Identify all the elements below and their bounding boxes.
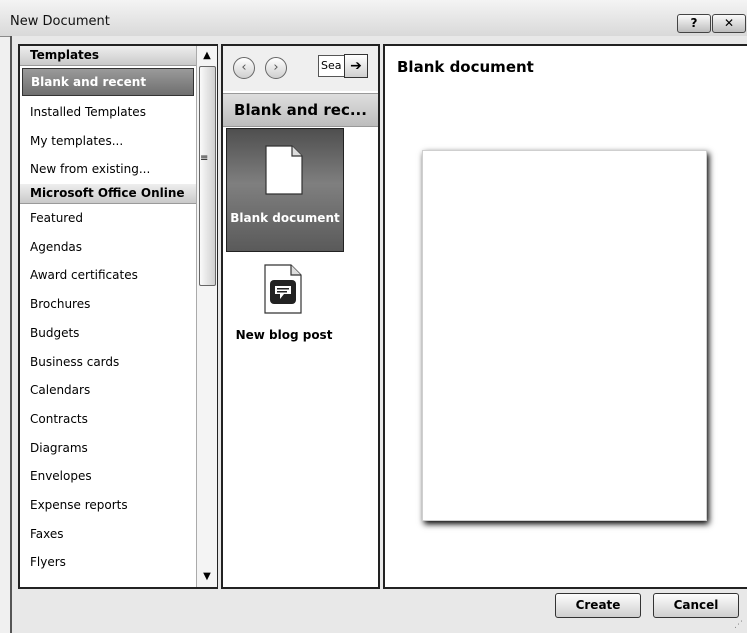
window-title: New Document bbox=[10, 14, 110, 29]
category-list: Templates Blank and recent Installed Tem… bbox=[20, 46, 196, 587]
category-item-flyers[interactable]: Flyers bbox=[20, 548, 196, 577]
close-button[interactable]: ✕ bbox=[712, 14, 746, 33]
template-tile-new-blog-post[interactable]: New blog post bbox=[226, 258, 342, 368]
category-item-contracts[interactable]: Contracts bbox=[20, 405, 196, 434]
blank-document-icon bbox=[265, 145, 303, 195]
category-item-new-from-existing[interactable]: New from existing... bbox=[20, 155, 196, 184]
scroll-down-arrow-icon[interactable]: ▼ bbox=[197, 567, 217, 587]
new-document-dialog: New Document ? ✕ Templates Blank and rec… bbox=[0, 0, 747, 633]
category-pane: Templates Blank and recent Installed Tem… bbox=[18, 44, 218, 589]
template-nav-bar: ‹ › Sea ➔ bbox=[223, 46, 378, 91]
preview-thumbnail bbox=[422, 150, 707, 521]
search-input[interactable]: Sea bbox=[318, 55, 346, 77]
blog-post-icon bbox=[264, 264, 302, 314]
category-scrollbar[interactable]: ▲ ≡ ▼ bbox=[196, 46, 217, 587]
scrollbar-thumb[interactable] bbox=[199, 66, 216, 286]
category-item-agendas[interactable]: Agendas bbox=[20, 233, 196, 262]
preview-title: Blank document bbox=[397, 58, 534, 76]
help-button[interactable]: ? bbox=[677, 14, 711, 33]
category-item-business-cards[interactable]: Business cards bbox=[20, 348, 196, 377]
scrollbar-grip-icon: ≡ bbox=[200, 153, 209, 164]
category-item-my-templates[interactable]: My templates... bbox=[20, 127, 196, 156]
title-bar: New Document ? ✕ bbox=[0, 0, 747, 37]
back-arrow-icon[interactable]: ‹ bbox=[233, 57, 255, 79]
template-tile-blank-document[interactable]: Blank document bbox=[226, 128, 344, 252]
create-button[interactable]: Create bbox=[555, 593, 641, 618]
category-item-expense-reports[interactable]: Expense reports bbox=[20, 491, 196, 520]
category-item-brochures[interactable]: Brochures bbox=[20, 290, 196, 319]
tile-label: Blank document bbox=[230, 211, 340, 225]
template-pane: ‹ › Sea ➔ Blank and rec... Blank documen… bbox=[221, 44, 380, 589]
preview-pane: Blank document bbox=[383, 44, 747, 589]
category-item-diagrams[interactable]: Diagrams bbox=[20, 434, 196, 463]
microsoft-office-online-header: Microsoft Office Online bbox=[20, 184, 196, 205]
category-item-calendars[interactable]: Calendars bbox=[20, 376, 196, 405]
category-item-faxes[interactable]: Faxes bbox=[20, 520, 196, 549]
tile-label: New blog post bbox=[235, 328, 333, 342]
category-item-blank-and-recent[interactable]: Blank and recent bbox=[22, 68, 194, 96]
search-go-icon[interactable]: ➔ bbox=[344, 54, 368, 78]
category-item-award-certificates[interactable]: Award certificates bbox=[20, 261, 196, 290]
cancel-button[interactable]: Cancel bbox=[653, 593, 739, 618]
category-item-installed-templates[interactable]: Installed Templates bbox=[20, 98, 196, 127]
templates-header: Templates bbox=[20, 46, 196, 66]
section-heading: Blank and rec... bbox=[223, 93, 378, 127]
category-item-featured[interactable]: Featured bbox=[20, 204, 196, 233]
category-item-budgets[interactable]: Budgets bbox=[20, 319, 196, 348]
category-item-envelopes[interactable]: Envelopes bbox=[20, 462, 196, 491]
resize-grip-icon[interactable]: ⋰ bbox=[734, 620, 743, 630]
scroll-up-arrow-icon[interactable]: ▲ bbox=[197, 46, 217, 66]
forward-arrow-icon[interactable]: › bbox=[265, 57, 287, 79]
